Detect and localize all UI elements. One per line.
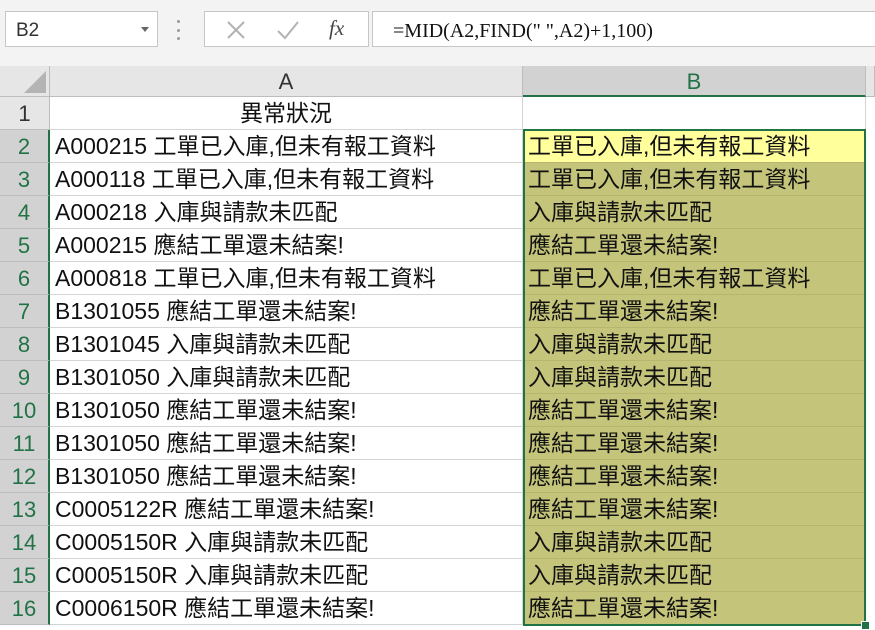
row-header[interactable]: 13 bbox=[0, 493, 50, 526]
cell-a[interactable]: B1301050 應結工單還未結案! bbox=[50, 394, 523, 427]
row-header[interactable]: 8 bbox=[0, 328, 50, 361]
cell-a[interactable]: B1301055 應結工單還未結案! bbox=[50, 295, 523, 328]
cell-a[interactable]: B1301050 應結工單還未結案! bbox=[50, 427, 523, 460]
cell-a[interactable]: B1301050 應結工單還未結案! bbox=[50, 460, 523, 493]
chevron-down-icon[interactable] bbox=[141, 27, 149, 32]
row-header[interactable]: 16 bbox=[0, 592, 50, 625]
cell-b[interactable]: 應結工單還未結案! bbox=[523, 427, 866, 460]
cell-b[interactable]: 入庫與請款未匹配 bbox=[523, 328, 866, 361]
cell-b[interactable]: 應結工單還未結案! bbox=[523, 460, 866, 493]
column-header-filler bbox=[866, 66, 875, 97]
cell-a[interactable]: A000118 工單已入庫,但未有報工資料 bbox=[50, 163, 523, 196]
row-header[interactable]: 1 bbox=[0, 97, 50, 130]
cell-a[interactable]: A000818 工單已入庫,但未有報工資料 bbox=[50, 262, 523, 295]
row-header[interactable]: 3 bbox=[0, 163, 50, 196]
cell-a[interactable]: B1301050 入庫與請款未匹配 bbox=[50, 361, 523, 394]
close-icon[interactable] bbox=[225, 18, 247, 42]
cell-a[interactable]: A000215 應結工單還未結案! bbox=[50, 229, 523, 262]
row-header[interactable]: 7 bbox=[0, 295, 50, 328]
row-header[interactable]: 12 bbox=[0, 460, 50, 493]
active-cell-b2[interactable]: 工單已入庫,但未有報工資料 bbox=[523, 130, 866, 163]
cell-b[interactable] bbox=[523, 97, 866, 130]
drag-handle-icon[interactable] bbox=[176, 20, 180, 40]
name-box[interactable]: B2 bbox=[5, 11, 158, 47]
row-header[interactable]: 5 bbox=[0, 229, 50, 262]
select-all-corner[interactable] bbox=[0, 66, 50, 97]
row-header[interactable]: 9 bbox=[0, 361, 50, 394]
formula-input[interactable]: =MID(A2,FIND(" ",A2)+1,100) bbox=[372, 11, 875, 47]
formula-text: =MID(A2,FIND(" ",A2)+1,100) bbox=[393, 20, 653, 42]
check-icon[interactable] bbox=[275, 18, 301, 42]
cell-b[interactable]: 應結工單還未結案! bbox=[523, 493, 866, 526]
formula-bar-area: B2 fx =MID(A2,FIND(" ",A2)+1,100) bbox=[0, 0, 875, 66]
column-header-a[interactable]: A bbox=[50, 66, 523, 97]
row-header[interactable]: 6 bbox=[0, 262, 50, 295]
cell-b[interactable]: 入庫與請款未匹配 bbox=[523, 361, 866, 394]
row-header[interactable]: 11 bbox=[0, 427, 50, 460]
fx-icon[interactable]: fx bbox=[329, 16, 344, 40]
cell-b[interactable]: 工單已入庫,但未有報工資料 bbox=[523, 163, 866, 196]
cell-b[interactable]: 入庫與請款未匹配 bbox=[523, 526, 866, 559]
cell-b[interactable]: 入庫與請款未匹配 bbox=[523, 196, 866, 229]
cell-a[interactable]: C0005122R 應結工單還未結案! bbox=[50, 493, 523, 526]
cell-b[interactable]: 應結工單還未結案! bbox=[523, 394, 866, 427]
column-a-header-cell[interactable]: 異常狀況 bbox=[50, 97, 523, 130]
cell-a[interactable]: C0006150R 應結工單還未結案! bbox=[50, 592, 523, 625]
row-header[interactable]: 15 bbox=[0, 559, 50, 592]
row-header[interactable]: 14 bbox=[0, 526, 50, 559]
column-header-b[interactable]: B bbox=[523, 66, 866, 97]
spreadsheet-grid: A B 1 異常狀況 2 A000215 工單已入庫,但未有報工資料 工單已入庫,但未有報工… bbox=[0, 66, 875, 630]
cell-b[interactable]: 應結工單還未結案! bbox=[523, 229, 866, 262]
cell-a[interactable]: B1301045 入庫與請款未匹配 bbox=[50, 328, 523, 361]
name-box-value: B2 bbox=[16, 20, 40, 41]
row-header[interactable]: 10 bbox=[0, 394, 50, 427]
fill-handle[interactable] bbox=[861, 621, 870, 630]
cell-a[interactable]: A000215 工單已入庫,但未有報工資料 bbox=[50, 130, 523, 163]
cell-b[interactable]: 應結工單還未結案! bbox=[523, 295, 866, 328]
cell-b[interactable]: 應結工單還未結案! bbox=[523, 592, 866, 625]
cell-a[interactable]: C0005150R 入庫與請款未匹配 bbox=[50, 559, 523, 592]
cell-b[interactable]: 工單已入庫,但未有報工資料 bbox=[523, 262, 866, 295]
row-header[interactable]: 4 bbox=[0, 196, 50, 229]
cell-a[interactable]: A000218 入庫與請款未匹配 bbox=[50, 196, 523, 229]
formula-buttons: fx bbox=[204, 11, 369, 47]
cell-a[interactable]: C0005150R 入庫與請款未匹配 bbox=[50, 526, 523, 559]
cell-b[interactable]: 入庫與請款未匹配 bbox=[523, 559, 866, 592]
row-header[interactable]: 2 bbox=[0, 130, 50, 163]
